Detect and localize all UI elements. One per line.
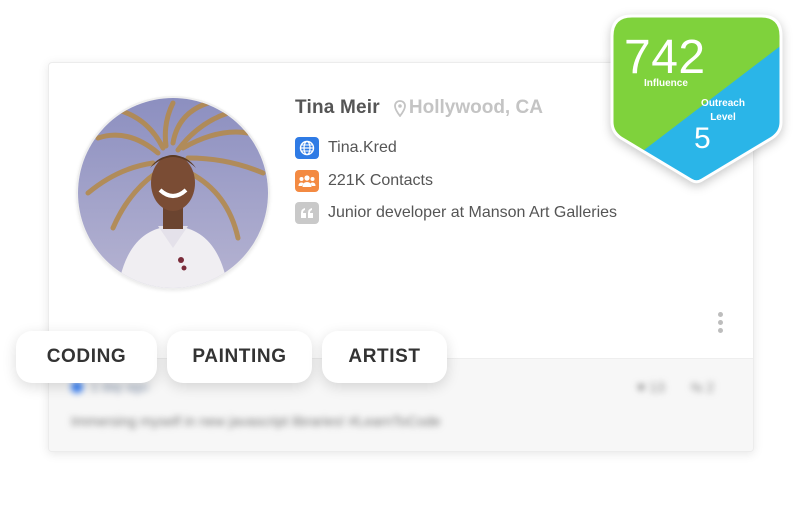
influence-label: Influence (644, 78, 688, 89)
outreach-level: 5 (694, 122, 711, 155)
tag-painting[interactable]: PAINTING (167, 331, 312, 383)
bio-text: Junior developer at Manson Art Galleries (328, 204, 618, 221)
people-icon (295, 170, 319, 192)
tag-artist[interactable]: ARTIST (322, 331, 447, 383)
contacts-count: 221K Contacts (328, 172, 433, 189)
profile-name[interactable]: Tina Meir (295, 97, 380, 119)
quote-icon (295, 202, 319, 224)
tag-label: CODING (46, 346, 127, 367)
profile-location: Hollywood, CA (393, 97, 543, 119)
avatar-photo (78, 98, 268, 288)
website-row[interactable]: Tina.Kred (295, 137, 397, 159)
avatar[interactable] (76, 96, 270, 290)
name-row: Tina Meir Hollywood, CA (295, 97, 543, 119)
tag-coding[interactable]: CODING (16, 331, 157, 383)
contacts-row[interactable]: 221K Contacts (295, 170, 433, 192)
location-pin-icon (393, 99, 406, 117)
influence-badge: 742 Influence Outreach Level 5 (610, 14, 783, 186)
globe-icon (295, 137, 319, 159)
post-shares: ⇆ 2 (690, 379, 715, 395)
tag-label: ARTIST (348, 346, 421, 367)
tag-label: PAINTING (192, 346, 287, 367)
bio-row: Junior developer at Manson Art Galleries (295, 202, 617, 224)
post-text: Immersing myself in new javascript libra… (71, 413, 441, 429)
website-link[interactable]: Tina.Kred (328, 139, 397, 157)
outreach-label: Outreach Level (701, 98, 745, 123)
location-text: Hollywood, CA (408, 97, 543, 118)
post-likes: ♥ 13 (637, 379, 665, 395)
post-stats: ♥ 13 ⇆ 2 (637, 379, 714, 396)
more-vertical-icon[interactable] (716, 312, 724, 333)
influence-score: 742 (624, 31, 706, 84)
